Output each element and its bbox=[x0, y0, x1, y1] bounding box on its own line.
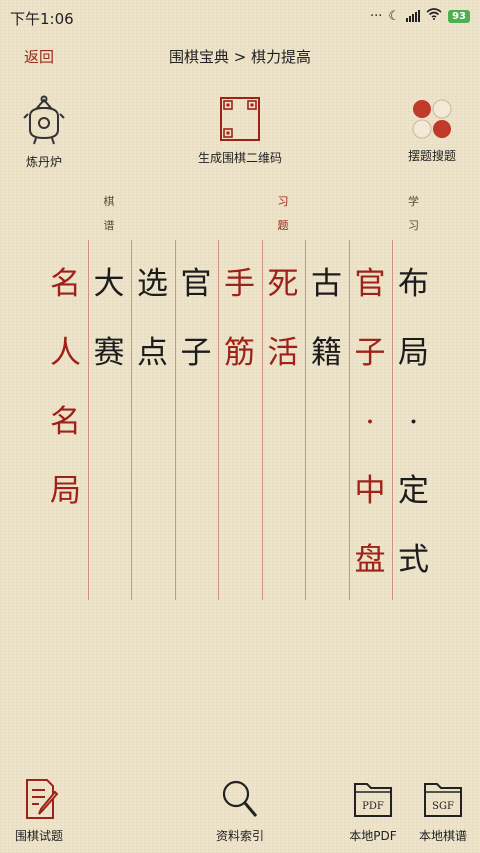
local-pdf-label: 本地PDF bbox=[349, 829, 397, 843]
category-column[interactable]: 棋 谱大 赛 bbox=[88, 184, 131, 600]
column-divider bbox=[174, 240, 176, 600]
column-divider bbox=[348, 240, 350, 600]
category-column[interactable]: 选 点 bbox=[131, 184, 174, 600]
sgf-folder-icon: SGF bbox=[421, 783, 465, 823]
alchemy-furnace-label: 炼丹炉 bbox=[25, 155, 62, 169]
category-title[interactable]: 手 筋 bbox=[218, 250, 261, 388]
material-index-label: 资料索引 bbox=[215, 829, 264, 843]
category-column[interactable]: 名 人 名 局 bbox=[44, 184, 87, 600]
category-column[interactable]: 官 子 bbox=[175, 184, 218, 600]
status-icons: ··· ☾ 93 bbox=[370, 8, 470, 24]
sgf-text: SGF bbox=[432, 801, 454, 812]
column-divider bbox=[87, 240, 89, 600]
nav-bar: 返回 围棋宝典 > 棋力提高 bbox=[0, 40, 480, 74]
pdf-text: PDF bbox=[362, 801, 384, 812]
column-divider bbox=[218, 240, 219, 600]
column-divider bbox=[131, 240, 132, 600]
category-menu: 学 习布 局 · 定 式官 子 · 中 盘古 籍习 题死 活手 筋官 子选 点棋… bbox=[44, 184, 436, 600]
go-stones-icon bbox=[411, 99, 453, 143]
search-problem-button[interactable]: 摆题搜题 bbox=[396, 98, 468, 164]
category-title[interactable]: 选 点 bbox=[131, 250, 174, 388]
category-column[interactable]: 官 子 · 中 盘 bbox=[349, 184, 392, 600]
wifi-icon bbox=[426, 8, 442, 24]
category-group-label: 棋 谱 bbox=[103, 195, 115, 232]
category-column[interactable]: 学 习布 局 · 定 式 bbox=[392, 184, 435, 600]
category-column[interactable]: 古 籍 bbox=[305, 184, 348, 600]
local-sgf-button[interactable]: SGF 本地棋谱 bbox=[410, 778, 476, 844]
go-problems-button[interactable]: 围棋试题 bbox=[8, 778, 70, 844]
generate-qrcode-button[interactable]: 生成围棋二维码 bbox=[180, 96, 300, 166]
local-pdf-button[interactable]: PDF 本地PDF bbox=[340, 778, 406, 844]
moon-icon: ☾ bbox=[388, 8, 401, 24]
local-sgf-label: 本地棋谱 bbox=[418, 829, 467, 843]
search-icon bbox=[218, 780, 262, 823]
go-problems-label: 围棋试题 bbox=[14, 829, 63, 843]
category-title[interactable]: 大 赛 bbox=[88, 250, 131, 388]
generate-qrcode-label: 生成围棋二维码 bbox=[197, 151, 282, 165]
column-divider bbox=[392, 240, 393, 600]
signal-icon bbox=[406, 10, 421, 22]
dots-icon: ··· bbox=[370, 8, 383, 24]
qrcode-icon bbox=[219, 97, 261, 145]
category-title[interactable]: 官 子 · 中 盘 bbox=[349, 250, 392, 595]
category-title[interactable]: 官 子 bbox=[175, 250, 218, 388]
furnace-icon bbox=[22, 95, 66, 149]
category-column[interactable]: 手 筋 bbox=[218, 184, 261, 600]
category-title[interactable]: 死 活 bbox=[262, 250, 305, 388]
battery-icon: 93 bbox=[448, 9, 470, 23]
category-column[interactable]: 习 题死 活 bbox=[262, 184, 305, 600]
edit-document-icon bbox=[17, 779, 61, 823]
category-title[interactable]: 名 人 名 局 bbox=[44, 250, 87, 526]
category-group-label: 习 题 bbox=[277, 195, 289, 232]
column-divider bbox=[261, 240, 263, 600]
column-divider bbox=[305, 240, 306, 600]
category-title[interactable]: 布 局 · 定 式 bbox=[392, 250, 435, 595]
page-title: 围棋宝典 > 棋力提高 bbox=[168, 48, 312, 66]
alchemy-furnace-button[interactable]: 炼丹炉 bbox=[14, 94, 74, 170]
pdf-folder-icon: PDF bbox=[351, 783, 395, 823]
status-bar: 下午1:06 ··· ☾ 93 bbox=[0, 0, 480, 34]
category-group-label: 学 习 bbox=[408, 195, 419, 232]
search-problem-label: 摆题搜题 bbox=[407, 149, 456, 163]
category-title[interactable]: 古 籍 bbox=[305, 250, 348, 388]
status-time: 下午1:06 bbox=[10, 10, 74, 28]
material-index-button[interactable]: 资料索引 bbox=[208, 778, 272, 844]
